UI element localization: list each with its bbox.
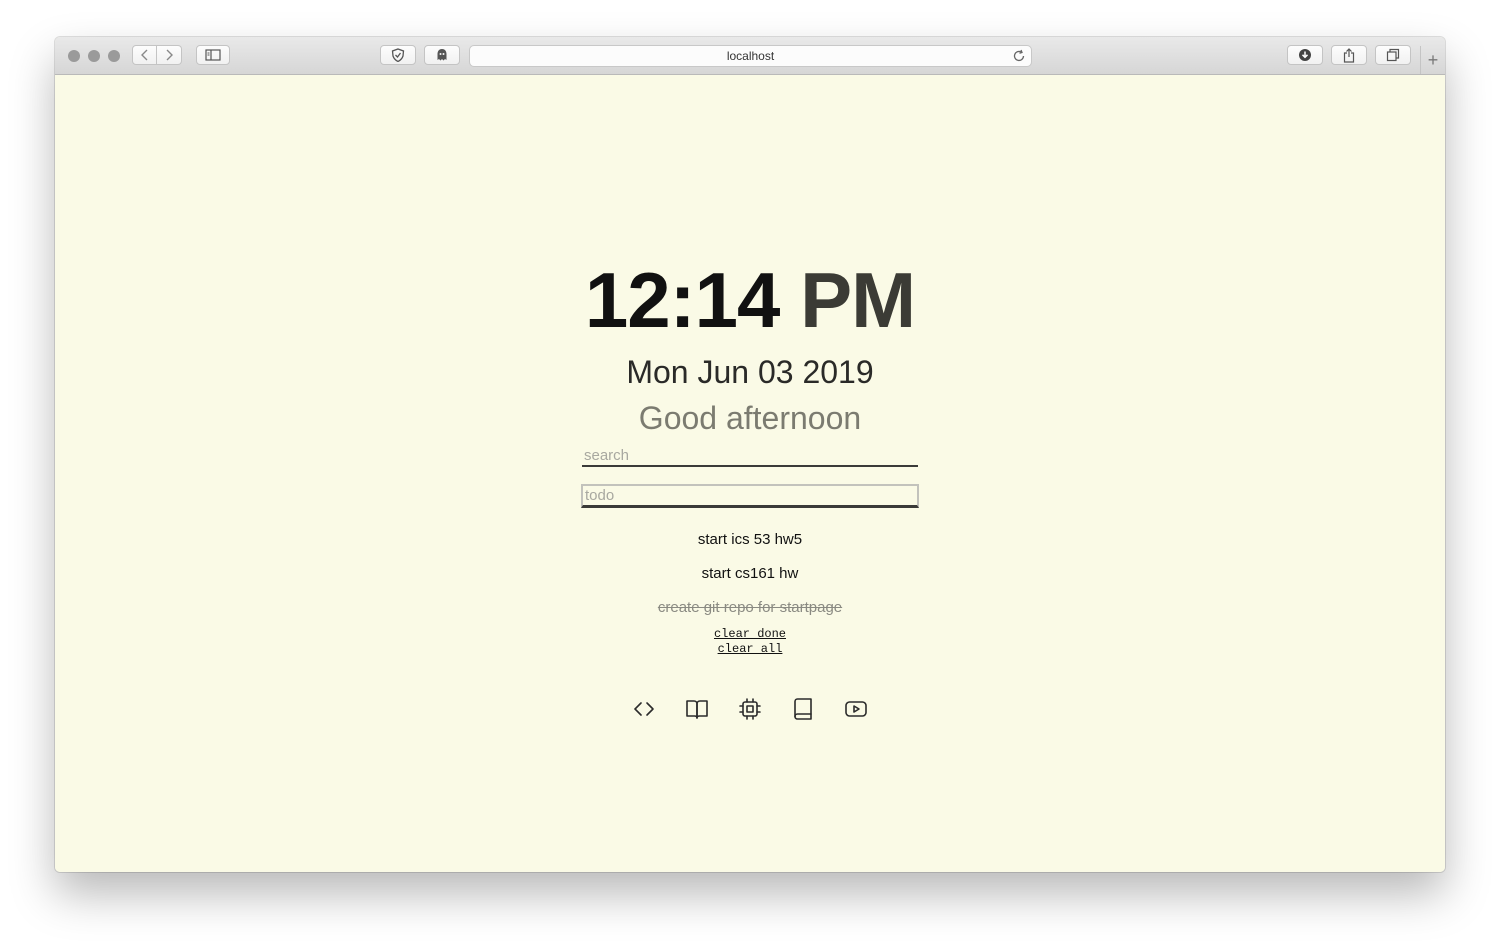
- todo-actions: clear done clear all: [581, 627, 919, 657]
- clock-time: 12:14: [584, 256, 780, 344]
- clock: 12:14 PM: [521, 255, 979, 345]
- share-icon: [1343, 47, 1355, 63]
- shield-icon: [391, 48, 405, 62]
- code-icon[interactable]: [632, 697, 656, 721]
- youtube-icon[interactable]: [844, 697, 868, 721]
- book-open-icon[interactable]: [685, 697, 709, 721]
- sidebar-button[interactable]: [196, 45, 230, 65]
- cpu-icon[interactable]: [738, 697, 762, 721]
- forward-button[interactable]: [157, 45, 182, 65]
- startpage-content: 12:14 PM Mon Jun 03 2019 Good afternoon …: [55, 75, 1445, 872]
- ghostery-icon: [437, 49, 447, 61]
- ghostery-extension-button[interactable]: [424, 45, 460, 65]
- close-window-button[interactable]: [68, 50, 80, 62]
- clear-done-link[interactable]: clear done: [714, 627, 786, 642]
- back-arrow-icon: [140, 49, 147, 61]
- minimize-window-button[interactable]: [88, 50, 100, 62]
- address-bar[interactable]: localhost: [469, 45, 1032, 67]
- forward-arrow-icon: [166, 49, 173, 61]
- tab-overview-button[interactable]: [1375, 45, 1411, 65]
- todo-input[interactable]: [581, 484, 919, 508]
- shortcut-icons: [581, 697, 919, 721]
- todo-item[interactable]: start ics 53 hw5: [541, 530, 959, 564]
- date-display: Mon Jun 03 2019: [626, 354, 874, 390]
- clock-ampm: PM: [800, 256, 916, 344]
- new-tab-button[interactable]: +: [1420, 46, 1445, 74]
- greeting: Good afternoon: [638, 400, 862, 436]
- reload-button[interactable]: [1012, 49, 1026, 68]
- clear-all-link[interactable]: clear all: [718, 642, 783, 657]
- downloads-button[interactable]: [1287, 45, 1323, 65]
- reload-icon: [1013, 49, 1025, 62]
- plus-icon: +: [1427, 49, 1439, 70]
- browser-toolbar: localhost +: [55, 37, 1445, 75]
- book-icon[interactable]: [791, 697, 815, 721]
- todo-item[interactable]: start cs161 hw: [541, 564, 959, 598]
- tabs-icon: [1386, 48, 1400, 62]
- sidebar-icon: [205, 49, 221, 61]
- search-input[interactable]: [582, 445, 918, 467]
- todo-list: start ics 53 hw5 start cs161 hw create g…: [541, 530, 959, 632]
- privacy-extension-button[interactable]: [380, 45, 416, 65]
- zoom-window-button[interactable]: [108, 50, 120, 62]
- download-icon: [1299, 49, 1311, 61]
- back-button[interactable]: [132, 45, 157, 65]
- share-button[interactable]: [1331, 45, 1367, 65]
- browser-window: localhost + 12:14 PM Mon Jun 03 2019 Goo…: [55, 37, 1445, 872]
- navigation-buttons: [132, 45, 182, 65]
- url-text: localhost: [726, 49, 775, 63]
